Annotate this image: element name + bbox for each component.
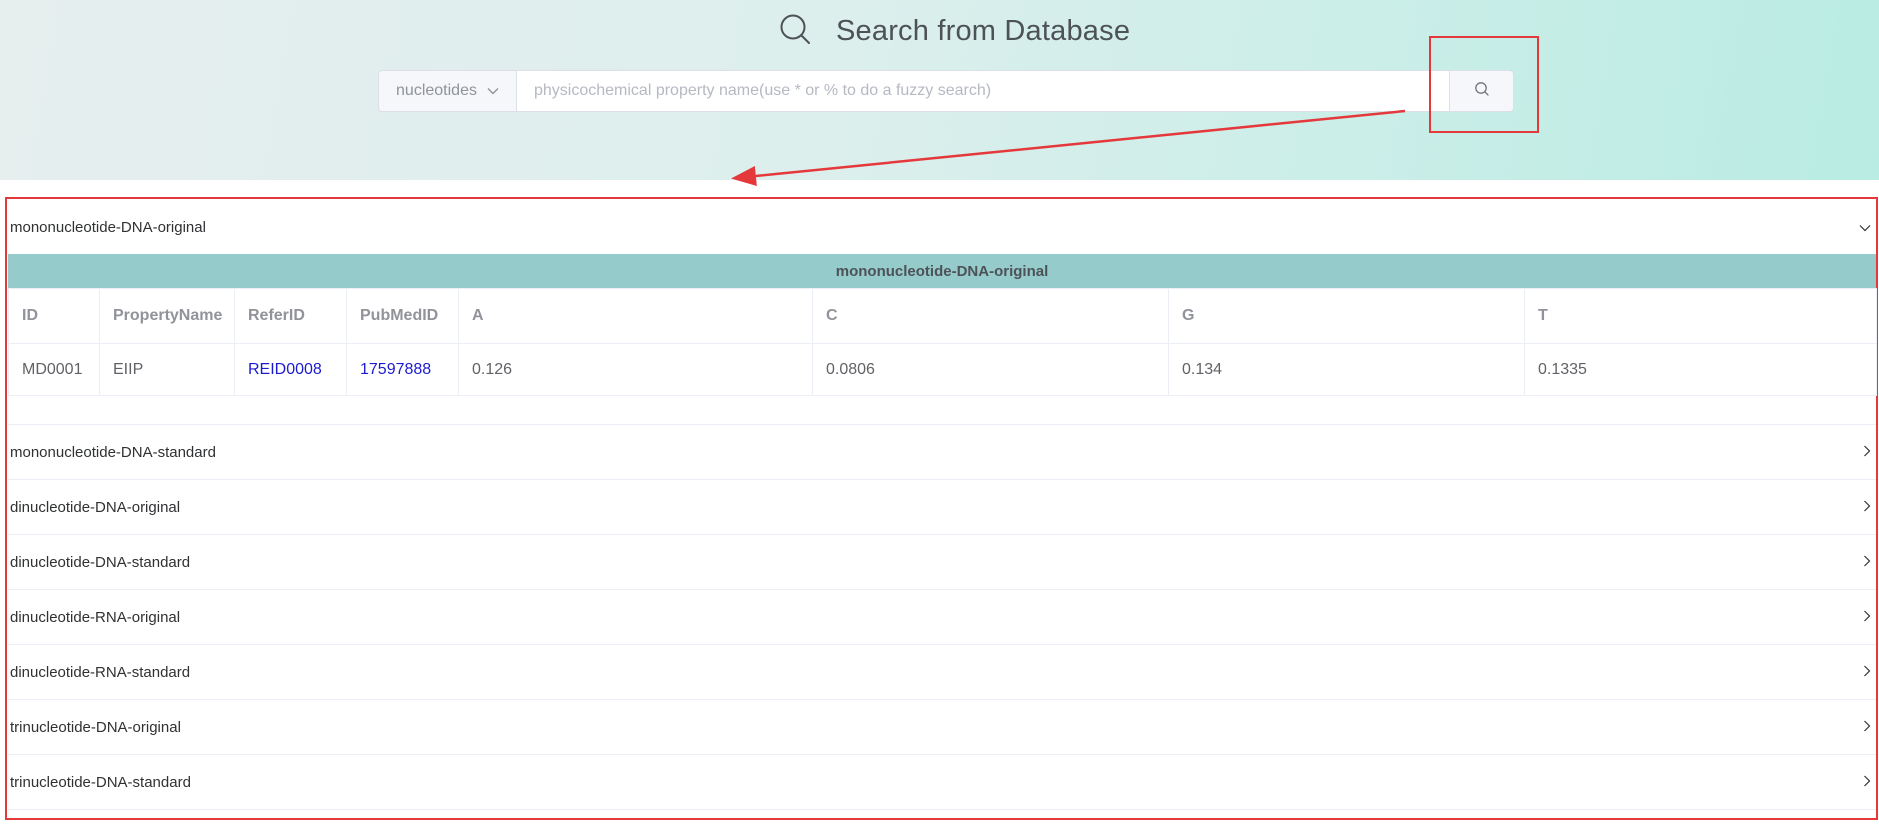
type-select[interactable]: nucleotides [378, 70, 516, 112]
collapse-item: dinucleotide-DNA-original [8, 480, 1876, 535]
results-collapse: mononucleotide-DNA-original mononucleoti… [8, 200, 1877, 810]
chevron-down-icon [487, 82, 499, 100]
cell-property-name: EIIP [99, 343, 235, 396]
hero-heading: Search from Database [778, 10, 1130, 52]
column-header-property-name: PropertyName [99, 288, 235, 344]
chevron-right-icon [1863, 609, 1871, 626]
pubmed-id-link[interactable]: 17597888 [346, 343, 459, 396]
chevron-right-icon [1863, 719, 1871, 736]
search-bar: nucleotides [378, 70, 1514, 112]
column-header-g: G [1168, 288, 1525, 344]
page-title: Search from Database [836, 14, 1131, 47]
collapse-item: trinucleotide-DNA-original [8, 700, 1876, 755]
collapse-header-mononucleotide-DNA-standard[interactable]: mononucleotide-DNA-standard [8, 425, 1876, 479]
cell-t: 0.1335 [1524, 343, 1877, 396]
search-input[interactable] [516, 70, 1450, 112]
column-header-t: T [1524, 288, 1877, 344]
collapse-header-dinucleotide-DNA-standard[interactable]: dinucleotide-DNA-standard [8, 535, 1876, 589]
refer-id-link[interactable]: REID0008 [234, 343, 347, 396]
collapse-content: mononucleotide-DNA-original ID PropertyN… [8, 254, 1877, 424]
chevron-down-icon [1859, 219, 1871, 236]
collapse-title: trinucleotide-DNA-original [10, 718, 181, 736]
type-select-value: nucleotides [396, 82, 477, 99]
column-header-a: A [458, 288, 813, 344]
cell-g: 0.134 [1168, 343, 1525, 396]
column-header-refer-id: ReferID [234, 288, 347, 344]
chevron-right-icon [1863, 499, 1871, 516]
property-table: ID PropertyName ReferID PubMedID A C G T… [8, 288, 1877, 396]
collapse-item: dinucleotide-DNA-standard [8, 535, 1876, 590]
collapse-title: dinucleotide-DNA-original [10, 498, 181, 516]
collapse-title: dinucleotide-RNA-standard [10, 663, 191, 681]
collapse-header-dinucleotide-RNA-original[interactable]: dinucleotide-RNA-original [8, 590, 1876, 644]
collapse-title: trinucleotide-DNA-standard [10, 773, 191, 791]
search-hero: Search from Database nucleotides [0, 0, 1879, 180]
collapse-header-dinucleotide-RNA-standard[interactable]: dinucleotide-RNA-standard [8, 645, 1876, 699]
table-row: MD0001 EIIP REID0008 17597888 0.126 0.08… [8, 343, 1877, 396]
cell-c: 0.0806 [812, 343, 1169, 396]
collapsed-list: mononucleotide-DNA-standard dinucleotide-… [8, 425, 1876, 810]
collapse-item: dinucleotide-RNA-standard [8, 645, 1876, 700]
collapse-header-trinucleotide-DNA-standard[interactable]: trinucleotide-DNA-standard [8, 755, 1876, 809]
collapse-header-expanded[interactable]: mononucleotide-DNA-original [8, 200, 1876, 254]
collapse-header-dinucleotide-DNA-original[interactable]: dinucleotide-DNA-original [8, 480, 1876, 534]
collapse-header-trinucleotide-DNA-original[interactable]: trinucleotide-DNA-original [8, 700, 1876, 754]
collapse-item: dinucleotide-RNA-original [8, 590, 1876, 645]
search-icon [1474, 81, 1490, 102]
cell-id: MD0001 [8, 343, 100, 396]
search-icon [778, 12, 812, 51]
cell-a: 0.126 [458, 343, 813, 396]
chevron-right-icon [1863, 554, 1871, 571]
column-header-id: ID [8, 288, 100, 344]
column-header-pubmed-id: PubMedID [346, 288, 459, 344]
chevron-right-icon [1863, 444, 1871, 461]
search-button[interactable] [1450, 70, 1514, 112]
collapse-item: mononucleotide-DNA-original mononucleoti… [8, 200, 1877, 425]
collapse-title: mononucleotide-DNA-standard [10, 443, 216, 461]
collapse-item: trinucleotide-DNA-standard [8, 755, 1876, 810]
collapse-title: dinucleotide-RNA-original [10, 608, 181, 626]
column-header-c: C [812, 288, 1169, 344]
collapse-title: dinucleotide-DNA-standard [10, 553, 191, 571]
table-header-row: ID PropertyName ReferID PubMedID A C G T [8, 288, 1877, 344]
collapse-title: mononucleotide-DNA-original [10, 218, 206, 236]
collapse-item: mononucleotide-DNA-standard [8, 425, 1876, 480]
table-title: mononucleotide-DNA-original [8, 254, 1876, 288]
chevron-right-icon [1863, 774, 1871, 791]
chevron-right-icon [1863, 664, 1871, 681]
